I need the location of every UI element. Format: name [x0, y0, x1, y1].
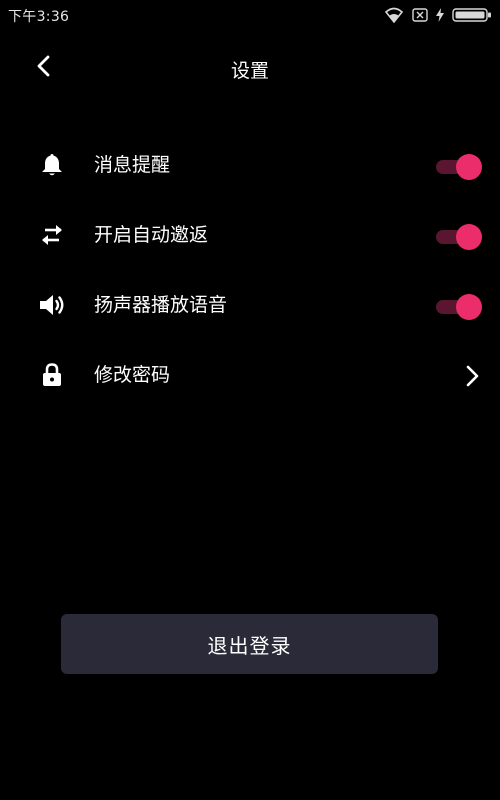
status-bar: 下午3:36 — [0, 0, 500, 28]
battery-icon — [452, 7, 492, 23]
header: 设置 — [0, 46, 500, 90]
swap-arrows-icon — [38, 222, 66, 248]
toggle-knob — [456, 154, 482, 180]
chevron-right-icon — [460, 363, 484, 389]
wifi-icon — [384, 7, 404, 23]
setting-row-change-password[interactable]: 修改密码 — [0, 340, 500, 410]
logout-label: 退出登录 — [207, 633, 292, 658]
setting-row-message-reminder[interactable]: 消息提醒 — [0, 130, 500, 200]
speaker-icon — [38, 292, 66, 318]
toggle-knob — [456, 224, 482, 250]
message-reminder-toggle[interactable] — [434, 154, 482, 180]
settings-list: 消息提醒 开启自动邀返 扬声器播放语音 修改密码 — [0, 130, 500, 410]
setting-label: 消息提醒 — [94, 154, 171, 176]
logout-button[interactable]: 退出登录 — [61, 614, 438, 674]
bell-icon — [38, 152, 66, 178]
setting-label: 修改密码 — [94, 364, 171, 386]
charging-icon — [436, 8, 444, 22]
page-title: 设置 — [230, 60, 269, 82]
setting-label: 开启自动邀返 — [94, 224, 209, 246]
setting-label: 扬声器播放语音 — [94, 294, 228, 316]
setting-row-auto-invite[interactable]: 开启自动邀返 — [0, 200, 500, 270]
auto-invite-toggle[interactable] — [434, 224, 482, 250]
status-time: 下午3:36 — [8, 9, 70, 25]
sim-icon — [412, 8, 428, 22]
speaker-voice-toggle[interactable] — [434, 294, 482, 320]
toggle-knob — [456, 294, 482, 320]
lock-icon — [38, 362, 66, 388]
setting-row-speaker-voice[interactable]: 扬声器播放语音 — [0, 270, 500, 340]
status-icons — [384, 6, 492, 24]
